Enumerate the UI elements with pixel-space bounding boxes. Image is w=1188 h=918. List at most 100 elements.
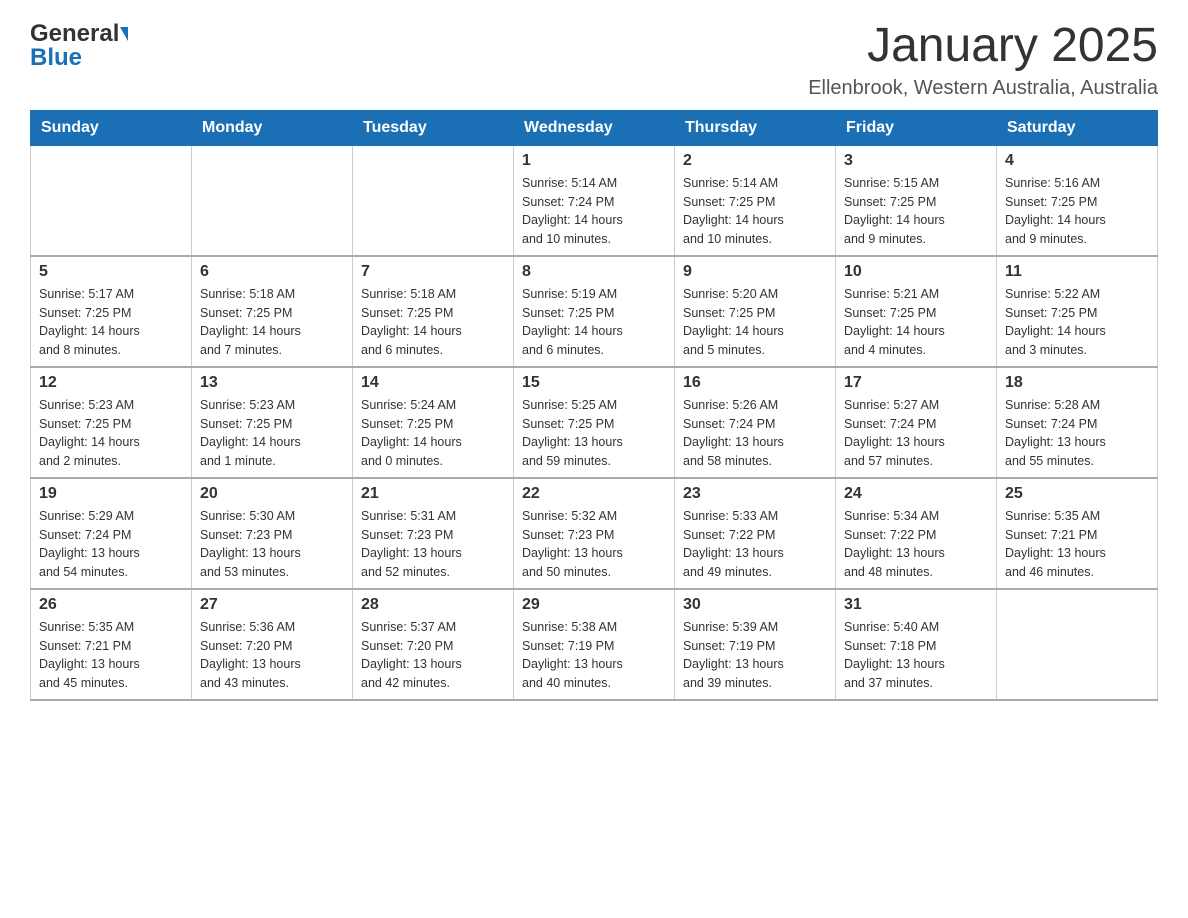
location-title: Ellenbrook, Western Australia, Australia: [808, 77, 1158, 100]
day-number: 4: [1005, 152, 1149, 170]
day-number: 17: [844, 374, 988, 392]
day-info: Sunrise: 5:32 AMSunset: 7:23 PMDaylight:…: [522, 507, 666, 582]
day-number: 22: [522, 485, 666, 503]
day-number: 7: [361, 263, 505, 281]
logo-arrow-icon: [120, 27, 128, 41]
month-title: January 2025: [808, 20, 1158, 73]
day-number: 13: [200, 374, 344, 392]
day-info: Sunrise: 5:14 AMSunset: 7:24 PMDaylight:…: [522, 174, 666, 249]
calendar-cell: 26Sunrise: 5:35 AMSunset: 7:21 PMDayligh…: [31, 589, 192, 700]
calendar-cell: 8Sunrise: 5:19 AMSunset: 7:25 PMDaylight…: [514, 256, 675, 367]
calendar-cell: [353, 145, 514, 256]
day-number: 11: [1005, 263, 1149, 281]
calendar-week-5: 26Sunrise: 5:35 AMSunset: 7:21 PMDayligh…: [31, 589, 1158, 700]
day-info: Sunrise: 5:18 AMSunset: 7:25 PMDaylight:…: [361, 285, 505, 360]
day-info: Sunrise: 5:31 AMSunset: 7:23 PMDaylight:…: [361, 507, 505, 582]
day-info: Sunrise: 5:37 AMSunset: 7:20 PMDaylight:…: [361, 618, 505, 693]
calendar-cell: 30Sunrise: 5:39 AMSunset: 7:19 PMDayligh…: [675, 589, 836, 700]
calendar-cell: 20 Sunrise: 5:30 AMSunset: 7:23 PMDayligh…: [192, 478, 353, 589]
day-info: Sunrise: 5:14 AMSunset: 7:25 PMDaylight:…: [683, 174, 827, 249]
calendar-week-1: 1 Sunrise: 5:14 AMSunset: 7:24 PMDaylight…: [31, 145, 1158, 256]
day-number: 30: [683, 596, 827, 614]
col-sunday: Sunday: [31, 110, 192, 145]
day-number: 15: [522, 374, 666, 392]
calendar-cell: 15 Sunrise: 5:25 AMSunset: 7:25 PMDayligh…: [514, 367, 675, 478]
calendar-cell: 18Sunrise: 5:28 AMSunset: 7:24 PMDayligh…: [997, 367, 1158, 478]
calendar-body: 1 Sunrise: 5:14 AMSunset: 7:24 PMDaylight…: [31, 145, 1158, 700]
day-number: 3: [844, 152, 988, 170]
calendar-cell: 11 Sunrise: 5:22 AMSunset: 7:25 PMDayligh…: [997, 256, 1158, 367]
day-info: Sunrise: 5:25 AMSunset: 7:25 PMDaylight:…: [522, 396, 666, 471]
calendar-cell: [31, 145, 192, 256]
calendar-week-3: 12 Sunrise: 5:23 AMSunset: 7:25 PMDayligh…: [31, 367, 1158, 478]
day-number: 19: [39, 485, 183, 503]
logo: General Blue: [30, 20, 128, 72]
calendar-cell: 4 Sunrise: 5:16 AMSunset: 7:25 PMDaylight…: [997, 145, 1158, 256]
day-number: 5: [39, 263, 183, 281]
col-wednesday: Wednesday: [514, 110, 675, 145]
calendar-cell: 5Sunrise: 5:17 AMSunset: 7:25 PMDaylight…: [31, 256, 192, 367]
calendar-cell: 14Sunrise: 5:24 AMSunset: 7:25 PMDayligh…: [353, 367, 514, 478]
day-info: Sunrise: 5:20 AMSunset: 7:25 PMDaylight:…: [683, 285, 827, 360]
day-number: 8: [522, 263, 666, 281]
page-header: General Blue January 2025 Ellenbrook, We…: [30, 20, 1158, 100]
header-row: Sunday Monday Tuesday Wednesday Thursday…: [31, 110, 1158, 145]
calendar-cell: 13 Sunrise: 5:23 AMSunset: 7:25 PMDayligh…: [192, 367, 353, 478]
calendar-cell: 24Sunrise: 5:34 AMSunset: 7:22 PMDayligh…: [836, 478, 997, 589]
calendar-cell: 17 Sunrise: 5:27 AMSunset: 7:24 PMDayligh…: [836, 367, 997, 478]
day-info: Sunrise: 5:23 AMSunset: 7:25 PMDaylight:…: [39, 396, 183, 471]
col-saturday: Saturday: [997, 110, 1158, 145]
calendar-cell: 28Sunrise: 5:37 AMSunset: 7:20 PMDayligh…: [353, 589, 514, 700]
col-monday: Monday: [192, 110, 353, 145]
day-number: 31: [844, 596, 988, 614]
day-number: 10: [844, 263, 988, 281]
col-friday: Friday: [836, 110, 997, 145]
calendar-cell: 6Sunrise: 5:18 AMSunset: 7:25 PMDaylight…: [192, 256, 353, 367]
day-info: Sunrise: 5:35 AMSunset: 7:21 PMDaylight:…: [39, 618, 183, 693]
day-info: Sunrise: 5:18 AMSunset: 7:25 PMDaylight:…: [200, 285, 344, 360]
calendar-cell: 22 Sunrise: 5:32 AMSunset: 7:23 PMDayligh…: [514, 478, 675, 589]
day-number: 18: [1005, 374, 1149, 392]
day-info: Sunrise: 5:27 AMSunset: 7:24 PMDaylight:…: [844, 396, 988, 471]
day-info: Sunrise: 5:38 AMSunset: 7:19 PMDaylight:…: [522, 618, 666, 693]
day-info: Sunrise: 5:29 AMSunset: 7:24 PMDaylight:…: [39, 507, 183, 582]
day-number: 29: [522, 596, 666, 614]
calendar-week-4: 19 Sunrise: 5:29 AMSunset: 7:24 PMDayligh…: [31, 478, 1158, 589]
day-info: Sunrise: 5:22 AMSunset: 7:25 PMDaylight:…: [1005, 285, 1149, 360]
day-number: 23: [683, 485, 827, 503]
day-info: Sunrise: 5:30 AMSunset: 7:23 PMDaylight:…: [200, 507, 344, 582]
day-info: Sunrise: 5:34 AMSunset: 7:22 PMDaylight:…: [844, 507, 988, 582]
day-info: Sunrise: 5:23 AMSunset: 7:25 PMDaylight:…: [200, 396, 344, 471]
calendar-cell: 29 Sunrise: 5:38 AMSunset: 7:19 PMDayligh…: [514, 589, 675, 700]
calendar-table: Sunday Monday Tuesday Wednesday Thursday…: [30, 110, 1158, 701]
calendar-cell: 25Sunrise: 5:35 AMSunset: 7:21 PMDayligh…: [997, 478, 1158, 589]
calendar-cell: 21 Sunrise: 5:31 AMSunset: 7:23 PMDayligh…: [353, 478, 514, 589]
calendar-cell: 9 Sunrise: 5:20 AMSunset: 7:25 PMDaylight…: [675, 256, 836, 367]
calendar-cell: 23Sunrise: 5:33 AMSunset: 7:22 PMDayligh…: [675, 478, 836, 589]
calendar-cell: [997, 589, 1158, 700]
col-thursday: Thursday: [675, 110, 836, 145]
calendar-week-2: 5Sunrise: 5:17 AMSunset: 7:25 PMDaylight…: [31, 256, 1158, 367]
day-info: Sunrise: 5:24 AMSunset: 7:25 PMDaylight:…: [361, 396, 505, 471]
title-section: January 2025 Ellenbrook, Western Austral…: [808, 20, 1158, 100]
day-info: Sunrise: 5:16 AMSunset: 7:25 PMDaylight:…: [1005, 174, 1149, 249]
day-number: 9: [683, 263, 827, 281]
calendar-cell: 27Sunrise: 5:36 AMSunset: 7:20 PMDayligh…: [192, 589, 353, 700]
day-number: 1: [522, 152, 666, 170]
calendar-header: Sunday Monday Tuesday Wednesday Thursday…: [31, 110, 1158, 145]
day-number: 12: [39, 374, 183, 392]
day-info: Sunrise: 5:36 AMSunset: 7:20 PMDaylight:…: [200, 618, 344, 693]
calendar-cell: 10 Sunrise: 5:21 AMSunset: 7:25 PMDayligh…: [836, 256, 997, 367]
day-info: Sunrise: 5:40 AMSunset: 7:18 PMDaylight:…: [844, 618, 988, 693]
day-number: 21: [361, 485, 505, 503]
day-number: 20: [200, 485, 344, 503]
calendar-cell: 31 Sunrise: 5:40 AMSunset: 7:18 PMDayligh…: [836, 589, 997, 700]
calendar-cell: 7 Sunrise: 5:18 AMSunset: 7:25 PMDaylight…: [353, 256, 514, 367]
day-info: Sunrise: 5:21 AMSunset: 7:25 PMDaylight:…: [844, 285, 988, 360]
day-info: Sunrise: 5:15 AMSunset: 7:25 PMDaylight:…: [844, 174, 988, 249]
calendar-cell: 12 Sunrise: 5:23 AMSunset: 7:25 PMDayligh…: [31, 367, 192, 478]
calendar-cell: 2Sunrise: 5:14 AMSunset: 7:25 PMDaylight…: [675, 145, 836, 256]
calendar-cell: [192, 145, 353, 256]
calendar-cell: 1 Sunrise: 5:14 AMSunset: 7:24 PMDaylight…: [514, 145, 675, 256]
calendar-cell: 3 Sunrise: 5:15 AMSunset: 7:25 PMDaylight…: [836, 145, 997, 256]
